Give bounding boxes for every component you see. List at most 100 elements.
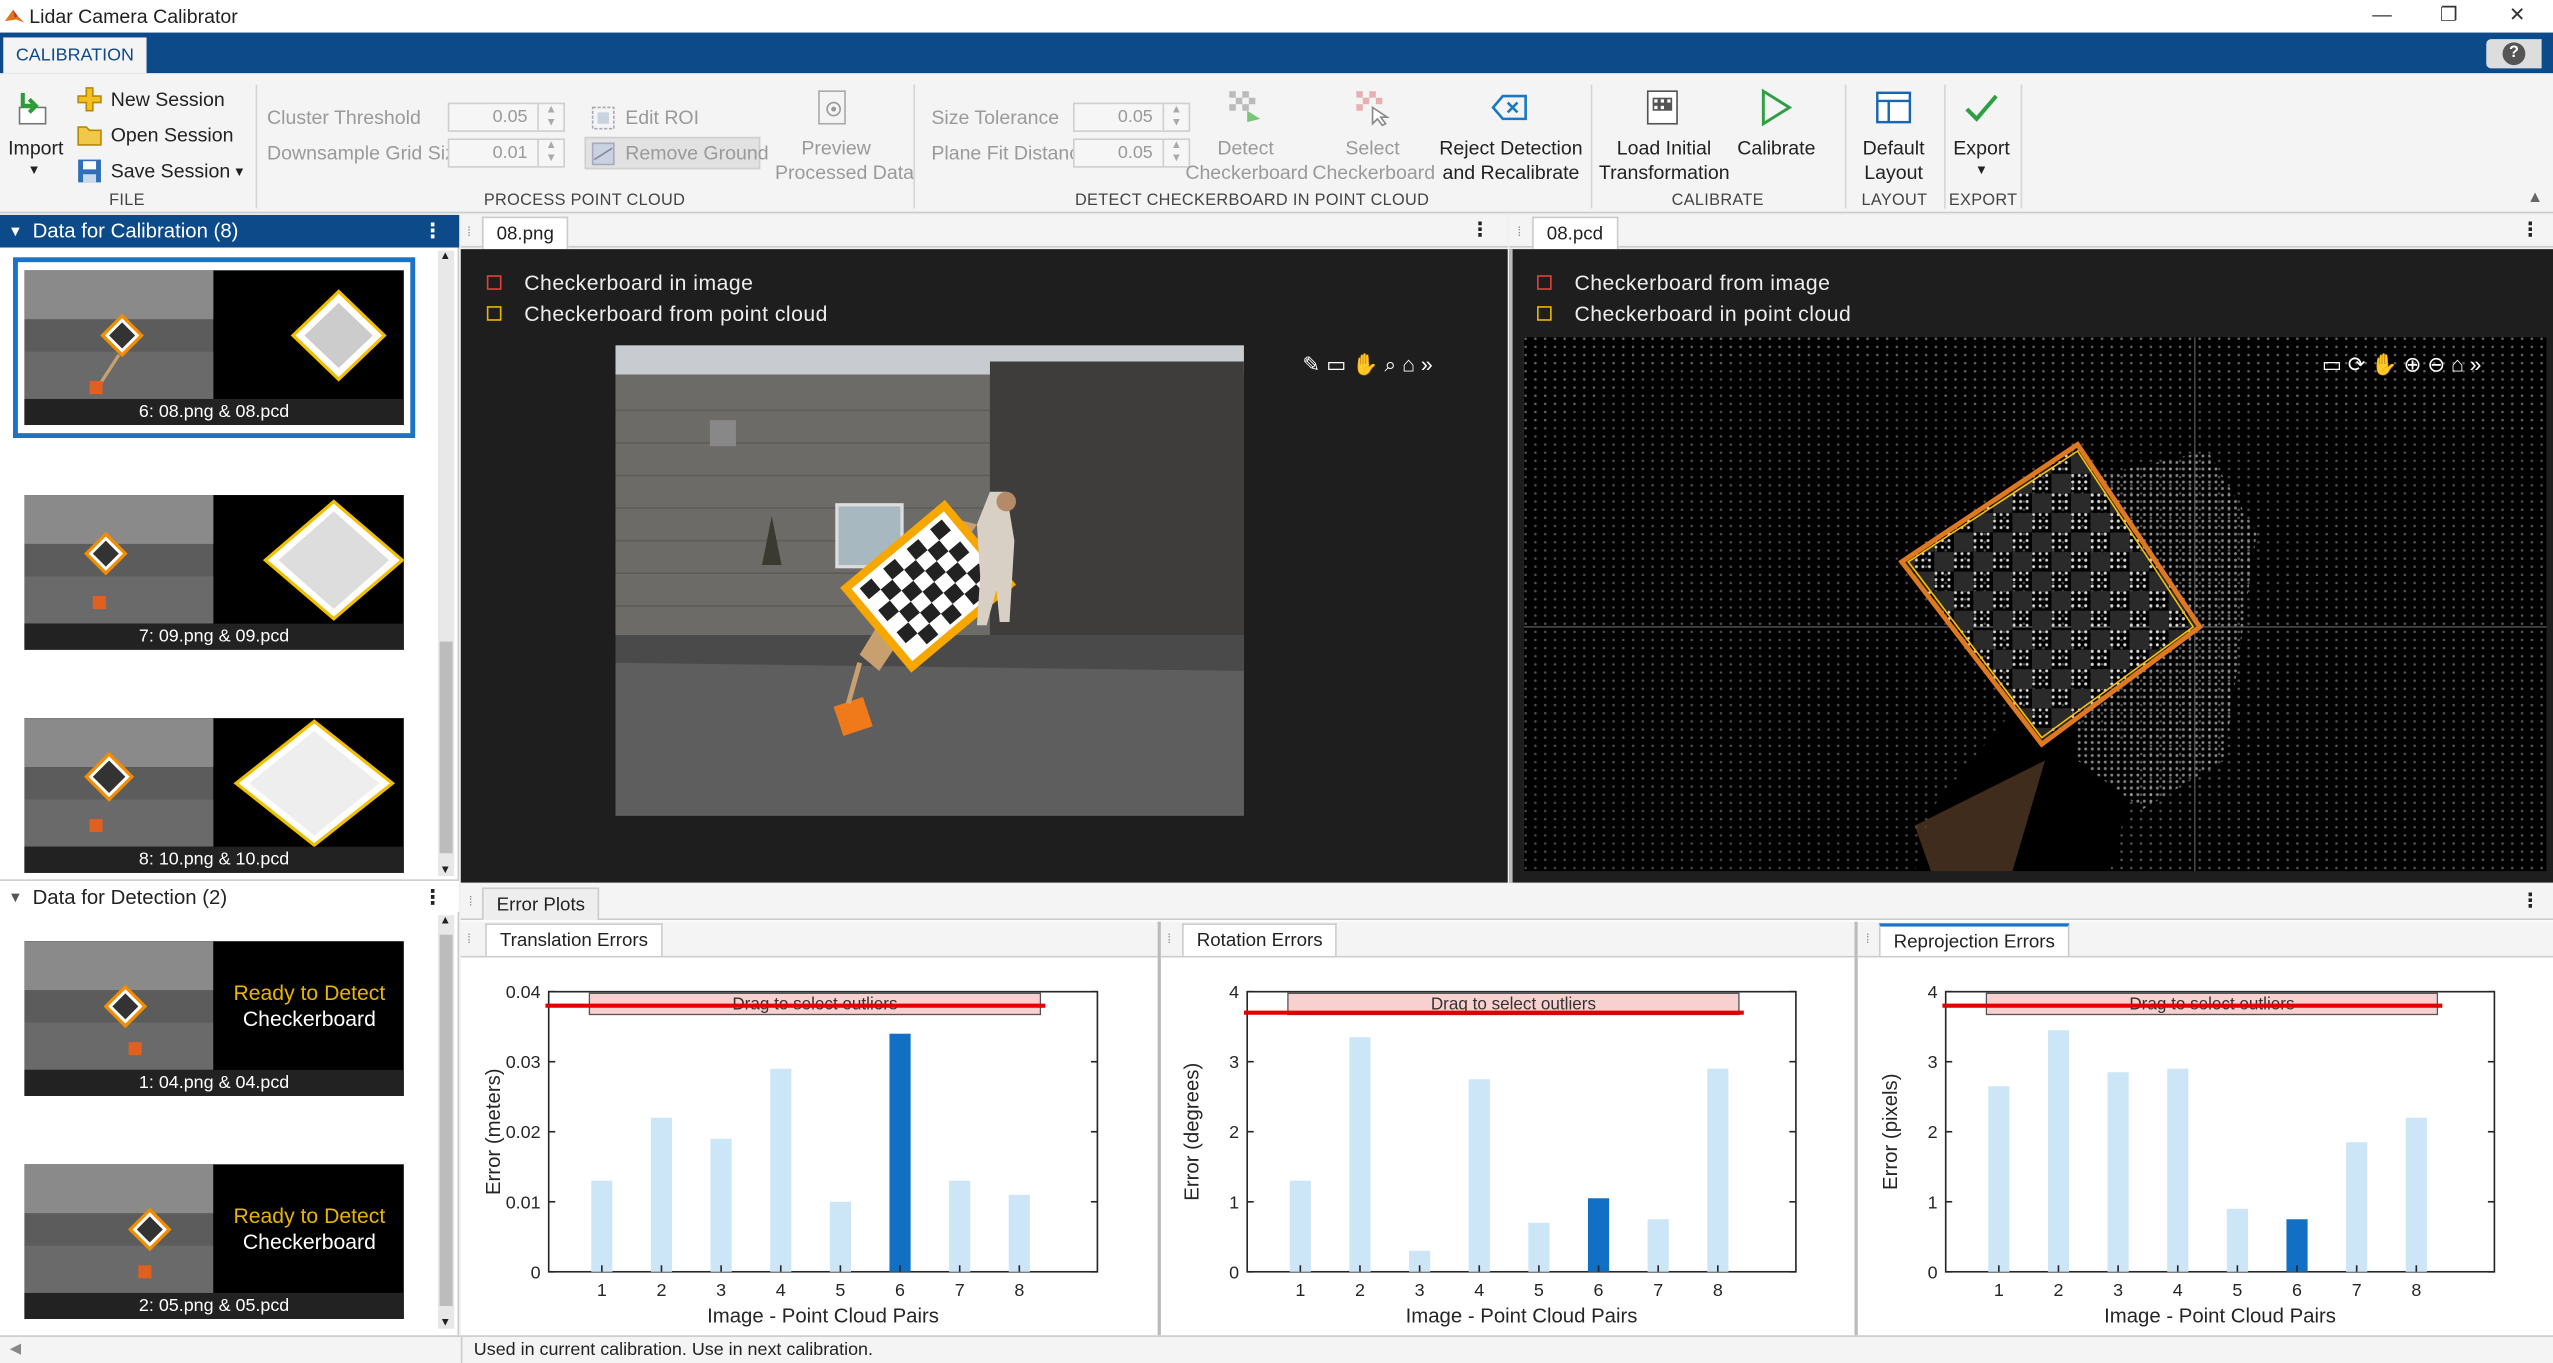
error-bar[interactable] xyxy=(2226,1208,2248,1272)
preview-processed-button[interactable]: Preview Processed Data xyxy=(775,137,914,186)
expand-toolbar-icon[interactable]: » xyxy=(1421,352,1433,376)
error-bar[interactable] xyxy=(1587,1198,1610,1272)
close-button[interactable]: ✕ xyxy=(2504,3,2530,26)
error-bar[interactable] xyxy=(889,1033,911,1272)
scrollbar-thumb[interactable] xyxy=(439,934,453,1306)
error-bar[interactable] xyxy=(591,1180,613,1272)
scroll-down-icon[interactable]: ▼ xyxy=(440,865,451,876)
pan-hand-icon[interactable]: ✋ xyxy=(2371,352,2397,376)
spinner-arrows-icon[interactable]: ▲ ▼ xyxy=(537,140,563,167)
plane-fit-input[interactable]: 0.05 ▲ ▼ xyxy=(1072,138,1191,168)
restore-button[interactable]: ❐ xyxy=(2436,3,2462,26)
kebab-menu-icon[interactable]: ⋮ xyxy=(2520,889,2540,912)
tab-calibration[interactable]: CALIBRATION xyxy=(3,37,147,74)
pan-hand-icon[interactable]: ✋ xyxy=(1352,352,1378,376)
error-bar[interactable] xyxy=(650,1117,673,1272)
error-bar[interactable] xyxy=(2107,1072,2129,1272)
zoom-in-icon[interactable]: ⊕ xyxy=(2404,352,2422,376)
drag-handle-icon[interactable]: ⁞ xyxy=(1517,225,1521,240)
error-bar[interactable] xyxy=(2346,1142,2368,1272)
detect-checkerboard-button[interactable]: Detect Checkerboard xyxy=(1185,137,1308,186)
minimize-button[interactable]: — xyxy=(2369,3,2395,26)
error-bar[interactable] xyxy=(1349,1037,1371,1272)
downsample-input[interactable]: 0.01 ▲ ▼ xyxy=(447,138,565,168)
drag-handle-icon[interactable]: ⁞ xyxy=(467,225,471,240)
zoom-out-icon[interactable]: ⊖ xyxy=(2427,352,2445,376)
error-bar[interactable] xyxy=(1647,1219,1669,1272)
error-bar[interactable] xyxy=(1468,1079,1490,1272)
kebab-menu-icon[interactable]: ⋮ xyxy=(1470,218,1490,241)
calibration-data-header[interactable]: ▼ Data for Calibration (8) ⋮ xyxy=(0,214,460,248)
rotate-3d-icon[interactable]: ⟳ xyxy=(2348,352,2366,376)
error-bar[interactable] xyxy=(2167,1068,2189,1272)
scrollbar[interactable]: ▲ ▼ xyxy=(437,915,455,1329)
open-session-button[interactable]: Open Session xyxy=(111,124,234,147)
spinner-arrows-icon[interactable]: ▲ ▼ xyxy=(537,104,563,131)
detection-thumbnail[interactable]: Ready to Detect Checkerboard 1: 04.png &… xyxy=(24,941,404,1096)
error-bar[interactable] xyxy=(1289,1180,1311,1272)
cluster-threshold-input[interactable]: 0.05 ▲ ▼ xyxy=(447,102,565,132)
detection-data-header[interactable]: ▼ Data for Detection (2) ⋮ xyxy=(0,879,460,914)
import-button[interactable]: Import xyxy=(7,137,66,161)
drag-handle-icon[interactable]: ⁞ xyxy=(1866,931,1870,946)
error-bar[interactable] xyxy=(710,1138,732,1272)
edit-roi-button[interactable]: Edit ROI xyxy=(625,106,699,129)
select-checkerboard-button[interactable]: Select Checkerboard xyxy=(1312,137,1435,186)
translation-error-chart[interactable]: 00.010.020.030.0412345678Drag to select … xyxy=(464,959,1155,1334)
tab-reprojection-errors[interactable]: Reprojection Errors xyxy=(1878,923,2070,956)
calibrate-button[interactable]: Calibrate xyxy=(1732,137,1820,161)
tab-translation-errors[interactable]: Translation Errors xyxy=(485,923,663,956)
drag-handle-icon[interactable]: ⁞ xyxy=(467,931,471,946)
kebab-menu-icon[interactable]: ⋮ xyxy=(2520,218,2540,241)
zoom-icon[interactable]: ⌕ xyxy=(1384,352,1396,376)
error-bar[interactable] xyxy=(2047,1030,2070,1272)
size-tolerance-input[interactable]: 0.05 ▲ ▼ xyxy=(1072,102,1191,132)
kebab-menu-icon[interactable]: ⋮ xyxy=(423,215,443,248)
datatip-icon[interactable]: ▭ xyxy=(2322,352,2342,376)
error-bar[interactable] xyxy=(770,1068,792,1272)
save-session-button[interactable]: Save Session xyxy=(111,160,230,183)
export-dropdown-icon[interactable]: ▼ xyxy=(1975,163,1988,178)
error-bar[interactable] xyxy=(1008,1194,1030,1272)
default-layout-button[interactable]: Default Layout xyxy=(1853,137,1934,186)
error-bar[interactable] xyxy=(829,1201,851,1272)
error-bar[interactable] xyxy=(1528,1222,1550,1272)
scroll-down-icon[interactable]: ▼ xyxy=(440,1317,451,1328)
collapse-toolstrip-icon[interactable]: ▲ xyxy=(2527,189,2543,207)
error-bar[interactable] xyxy=(1988,1086,2010,1272)
tab-error-plots[interactable]: Error Plots xyxy=(481,887,600,921)
drag-handle-icon[interactable]: ⁞ xyxy=(1167,931,1171,946)
scrollbar[interactable]: ▲ ▼ xyxy=(437,250,455,876)
tab-rotation-errors[interactable]: Rotation Errors xyxy=(1182,923,1338,956)
status-scroll-left-icon[interactable]: ◀ xyxy=(10,1340,21,1358)
error-bar[interactable] xyxy=(2286,1219,2308,1272)
reprojection-error-chart[interactable]: 0123412345678Drag to select outliersImag… xyxy=(1861,959,2552,1334)
kebab-menu-icon[interactable]: ⋮ xyxy=(423,881,443,914)
save-dropdown-icon[interactable]: ▼ xyxy=(233,164,246,179)
export-button[interactable]: Export xyxy=(1947,137,2015,161)
datatip-icon[interactable]: ▭ xyxy=(1326,352,1346,376)
new-session-button[interactable]: New Session xyxy=(111,88,225,111)
tab-image[interactable]: 08.png xyxy=(481,216,569,250)
import-dropdown-icon[interactable]: ▼ xyxy=(28,163,41,178)
reject-detection-button[interactable]: Reject Detection and Recalibrate xyxy=(1436,137,1586,186)
load-transformation-button[interactable]: Load Initial Transformation xyxy=(1599,137,1730,186)
home-icon[interactable]: ⌂ xyxy=(2451,352,2464,376)
error-bar[interactable] xyxy=(1707,1068,1729,1272)
tab-pointcloud[interactable]: 08.pcd xyxy=(1532,216,1618,250)
brush-icon[interactable]: ✎ xyxy=(1303,352,1321,376)
help-button[interactable]: ? xyxy=(2486,39,2542,69)
point-cloud-plot[interactable] xyxy=(1523,337,2547,872)
drag-handle-icon[interactable]: ⁞ xyxy=(469,894,473,909)
collapse-triangle-icon[interactable]: ▼ xyxy=(8,881,23,914)
camera-image[interactable] xyxy=(615,345,1244,816)
detection-thumbnail[interactable]: Ready to Detect Checkerboard 2: 05.png &… xyxy=(24,1164,404,1320)
collapse-triangle-icon[interactable]: ▼ xyxy=(8,215,23,248)
scroll-up-icon[interactable]: ▲ xyxy=(440,251,451,262)
calibration-thumbnail[interactable]: 7: 09.png & 09.pcd xyxy=(24,495,404,650)
calibration-thumbnail[interactable]: 8: 10.png & 10.pcd xyxy=(24,718,404,873)
scrollbar-thumb[interactable] xyxy=(439,641,453,854)
home-icon[interactable]: ⌂ xyxy=(1402,352,1415,376)
error-bar[interactable] xyxy=(2405,1117,2427,1272)
scroll-up-icon[interactable]: ▲ xyxy=(440,915,451,926)
